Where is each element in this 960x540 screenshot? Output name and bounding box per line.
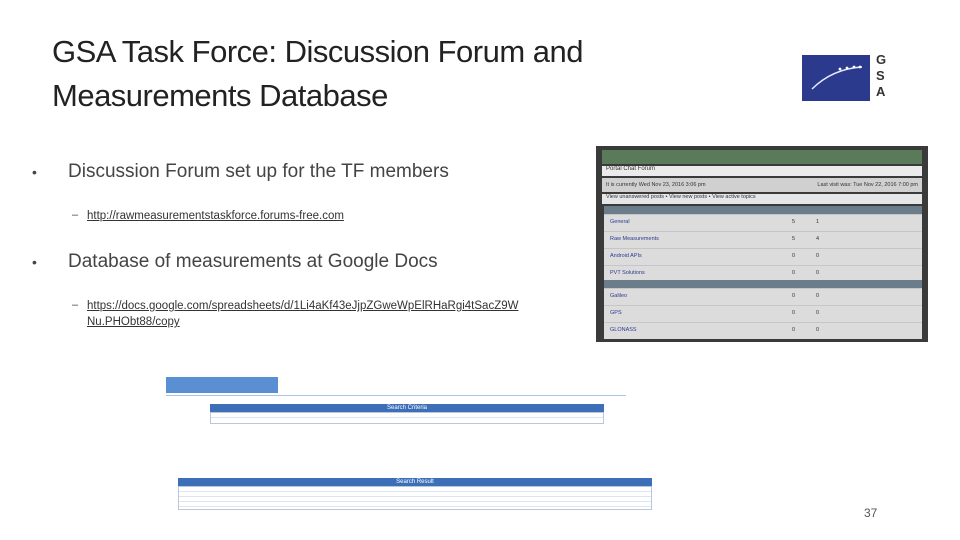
database-header-block: [166, 377, 278, 393]
forum-row-topics: 0: [792, 270, 796, 276]
constellation-row: GLONASS 0 0: [604, 322, 922, 339]
constellation-row: GPS 0 0: [604, 305, 922, 322]
gsa-logo-text: G S A: [876, 52, 890, 100]
constellation-row-topics: 0: [792, 327, 796, 333]
slide-title: GSA Task Force: Discussion Forum and Mea…: [52, 30, 652, 118]
forum-screenshot: Portal Chat Forum It is currently Wed No…: [596, 146, 928, 342]
logo-letter-s: S: [876, 68, 885, 83]
forum-row: Raw Measurements 5 4: [604, 231, 922, 248]
forum-row-posts: 4: [816, 236, 820, 242]
search-result-grid: [178, 486, 652, 510]
bullet-2-marker: •: [32, 254, 37, 270]
forum-row-name: PVT Solutions: [610, 270, 645, 276]
gsa-logo: [802, 55, 870, 101]
constellation-row-name: Galileo: [610, 293, 628, 299]
forum-table-header: [604, 206, 922, 214]
bullet-1-marker: •: [32, 164, 37, 180]
bullet-2-sub-dash: –: [72, 299, 79, 311]
search-criteria-band: Search Criteria: [210, 404, 604, 412]
bullet-2-text: Database of measurements at Google Docs: [68, 251, 438, 272]
slide-title-line1: GSA Task Force: Discussion Forum and: [52, 34, 584, 69]
constellation-row-posts: 0: [816, 327, 820, 333]
gsa-logo-stars-icon: [811, 65, 863, 90]
forum-row-name: Android APIs: [610, 253, 642, 259]
forum-row-posts: 0: [816, 270, 820, 276]
forum-header: [602, 150, 922, 164]
forum-link[interactable]: http://rawmeasurementstaskforce.forums-f…: [87, 208, 344, 224]
bullet-1-sub-dash: –: [72, 209, 79, 221]
constellation-table: Galileo 0 0 GPS 0 0 GLONASS 0 0: [604, 280, 922, 339]
search-result-label: Search Result: [396, 479, 434, 485]
forum-row-name: Raw Measurements: [610, 236, 659, 242]
forum-nav: Portal Chat Forum: [606, 166, 656, 172]
forum-row: General 5 1: [604, 214, 922, 231]
search-result-band: Search Result: [178, 478, 652, 486]
database-link-line1[interactable]: https://docs.google.com/spreadsheets/d/1…: [87, 298, 518, 314]
constellation-row: Galileo 0 0: [604, 288, 922, 305]
constellation-row-topics: 0: [792, 293, 796, 299]
forum-row-posts: 1: [816, 219, 820, 225]
forum-info-left: It is currently Wed Nov 23, 2016 3:06 pm: [606, 182, 706, 188]
database-link-line2[interactable]: Nu.PHObt88/copy: [87, 314, 518, 330]
search-criteria-grid: [210, 412, 604, 424]
forum-nav-bar: Portal Chat Forum: [602, 166, 922, 176]
search-criteria-label: Search Criteria: [386, 405, 427, 411]
forum-links-bar: View unanswered posts • View new posts •…: [602, 194, 922, 204]
search-result-gridline: [179, 502, 651, 507]
forum-row-name: General: [610, 219, 630, 225]
constellation-table-header: [604, 280, 922, 288]
search-criteria-gridline: [211, 413, 603, 418]
constellation-row-topics: 0: [792, 310, 796, 316]
forum-links: View unanswered posts • View new posts •…: [606, 194, 756, 200]
forum-info-right: Last visit was: Tue Nov 22, 2016 7:00 pm: [817, 182, 918, 188]
constellation-row-posts: 0: [816, 310, 820, 316]
logo-letter-a: A: [876, 84, 886, 99]
forum-row-topics: 5: [792, 219, 796, 225]
forum-row-topics: 5: [792, 236, 796, 242]
constellation-row-posts: 0: [816, 293, 820, 299]
logo-letter-g: G: [876, 52, 887, 67]
slide-title-line2: Measurements Database: [52, 78, 388, 113]
bullet-1-text: Discussion Forum set up for the TF membe…: [68, 161, 449, 182]
database-divider: [166, 395, 626, 396]
forum-row-posts: 0: [816, 253, 820, 259]
page-number: 37: [864, 506, 878, 520]
forum-table: General 5 1 Raw Measurements 5 4 Android…: [604, 206, 922, 282]
forum-row-topics: 0: [792, 253, 796, 259]
forum-info-bar: It is currently Wed Nov 23, 2016 3:06 pm…: [602, 178, 922, 192]
forum-link-text[interactable]: http://rawmeasurementstaskforce.forums-f…: [87, 210, 344, 222]
database-link[interactable]: https://docs.google.com/spreadsheets/d/1…: [87, 298, 518, 330]
constellation-row-name: GPS: [610, 310, 622, 316]
constellation-row-name: GLONASS: [610, 327, 637, 333]
forum-row: Android APIs 0 0: [604, 248, 922, 265]
